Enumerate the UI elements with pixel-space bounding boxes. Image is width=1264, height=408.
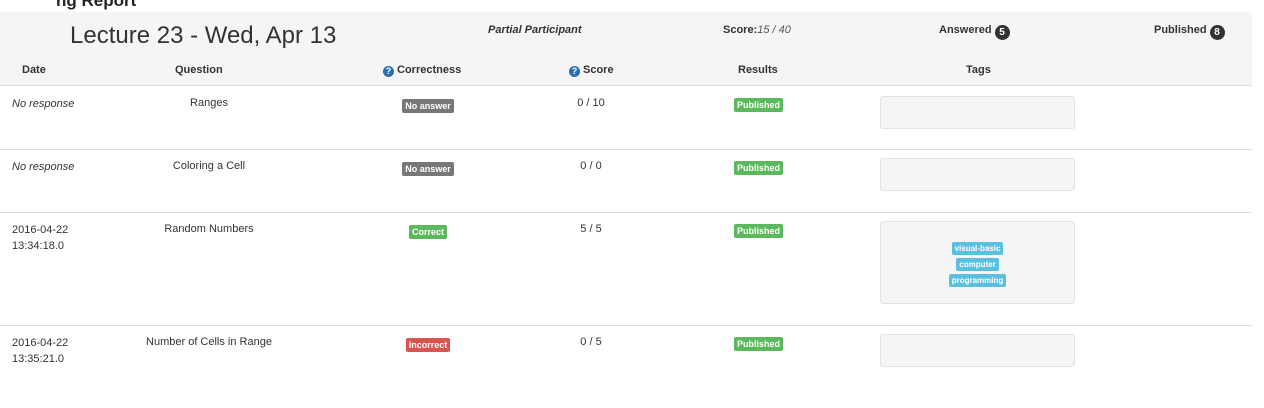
- answered-count: Answered 5: [939, 24, 1010, 40]
- page-heading-text: ng Report: [56, 0, 137, 10]
- results-published-label: Published: [734, 224, 784, 238]
- tag-visual-basic[interactable]: visual-basic: [951, 242, 1004, 255]
- response-date-line2: 13:34:18.0: [12, 240, 64, 252]
- table-row: 2016-04-22 13:35:21.0 Number of Cells in…: [0, 326, 1252, 388]
- correctness-label: Incorrect: [405, 338, 451, 352]
- correctness-cell: Correct: [388, 225, 468, 239]
- column-header-correctness[interactable]: ? Correctness: [383, 64, 461, 77]
- results-cell: Published: [734, 337, 784, 351]
- lecture-summary-bar: Lecture 23 - Wed, Apr 13 Partial Partici…: [0, 12, 1252, 57]
- correctness-cell: No answer: [388, 99, 468, 113]
- published-label: Published: [1154, 24, 1207, 36]
- participation-status: Partial Participant: [488, 24, 582, 36]
- results-published-label: Published: [734, 337, 784, 351]
- question-title[interactable]: Ranges: [99, 97, 319, 109]
- correctness-label: Correct: [408, 225, 447, 239]
- response-date: 2016-04-22 13:35:21.0: [12, 335, 68, 367]
- question-title[interactable]: Coloring a Cell: [99, 160, 319, 172]
- question-circle-icon[interactable]: ?: [383, 66, 394, 77]
- response-date: No response: [12, 159, 74, 175]
- table-row: No response Ranges No answer 0 / 10 Publ…: [0, 87, 1252, 150]
- tag-programming[interactable]: programming: [948, 274, 1007, 287]
- column-header-correctness-label: Correctness: [397, 64, 462, 76]
- response-date: No response: [12, 96, 74, 112]
- tag-computer[interactable]: computer: [956, 258, 999, 271]
- table-header-row: Date Question ? Correctness ? Score Result…: [0, 57, 1252, 86]
- question-title[interactable]: Number of Cells in Range: [99, 336, 319, 348]
- correctness-label: No answer: [402, 162, 454, 176]
- table-row: 2016-04-22 13:34:18.0 Random Numbers Cor…: [0, 213, 1252, 326]
- column-header-question: Question: [175, 64, 223, 76]
- question-score: 0 / 5: [580, 336, 602, 348]
- answered-label: Answered: [939, 24, 992, 36]
- question-score: 0 / 0: [580, 160, 602, 172]
- results-cell: Published: [734, 98, 784, 112]
- response-date-line1: 2016-04-22: [12, 337, 69, 349]
- response-date-line1: 2016-04-22: [12, 224, 69, 236]
- column-header-score[interactable]: ? Score: [569, 64, 614, 77]
- column-header-tags: Tags: [966, 64, 991, 76]
- correctness-label: No answer: [402, 99, 454, 113]
- column-header-results: Results: [738, 64, 778, 76]
- column-header-date: Date: [22, 64, 46, 76]
- published-count: Published 8: [1154, 24, 1225, 40]
- answered-badge: 5: [994, 25, 1010, 40]
- response-date-line1: No response: [12, 161, 75, 173]
- tags-box: [880, 334, 1075, 367]
- tags-box: [880, 158, 1075, 191]
- question-circle-icon[interactable]: ?: [569, 66, 580, 77]
- question-title[interactable]: Random Numbers: [99, 223, 319, 235]
- tags-box: visual-basic computer programming: [880, 221, 1075, 304]
- correctness-cell: No answer: [388, 162, 468, 176]
- question-score: 5 / 5: [580, 223, 602, 235]
- tags-box: [880, 96, 1075, 129]
- tags-list: visual-basic computer programming: [881, 240, 1074, 288]
- results-published-label: Published: [734, 161, 784, 175]
- response-date-line2: 13:35:21.0: [12, 353, 64, 365]
- results-cell: Published: [734, 161, 784, 175]
- column-header-score-label: Score: [583, 64, 614, 76]
- results-published-label: Published: [734, 98, 784, 112]
- response-date-line1: No response: [12, 98, 75, 110]
- table-row: No response Coloring a Cell No answer 0 …: [0, 150, 1252, 213]
- score-summary: Score:15 / 40: [723, 24, 791, 36]
- score-summary-label: Score:: [723, 24, 758, 36]
- correctness-cell: Incorrect: [388, 338, 468, 352]
- score-summary-value: 15 / 40: [757, 24, 791, 36]
- lecture-title: Lecture 23 - Wed, Apr 13: [70, 22, 337, 49]
- published-badge: 8: [1209, 25, 1225, 40]
- page-heading-clipped: ng Report: [0, 0, 1264, 12]
- response-date: 2016-04-22 13:34:18.0: [12, 222, 68, 254]
- results-cell: Published: [734, 224, 784, 238]
- question-score: 0 / 10: [577, 97, 605, 109]
